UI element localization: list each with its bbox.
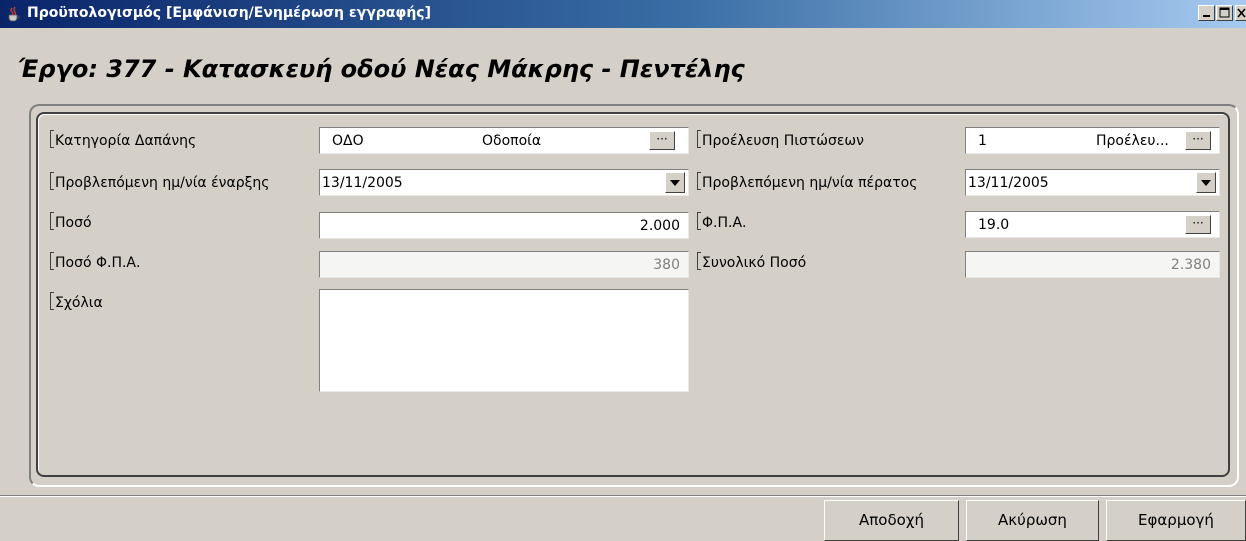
start-date-dropdown[interactable]: 13/11/2005 [319,169,689,196]
category-label: Κατηγορία Δαπάνης [50,130,196,149]
category-field[interactable]: ΟΔΟ Οδοποία ··· [319,127,689,154]
project-heading: Έργο: 377 - Κατασκευή οδού Νέας Μάκρης -… [18,55,745,83]
close-icon [1237,8,1246,18]
chevron-down-icon[interactable] [1196,172,1216,193]
maximize-button[interactable] [1216,5,1233,21]
source-browse-button[interactable]: ··· [1185,131,1211,150]
end-date-label: Προβλεπόμενη ημ/νία πέρατος [697,172,917,191]
category-name: Οδοποία [482,133,542,149]
total-value: 2.380 [1170,257,1211,273]
cancel-button[interactable]: Ακύρωση [966,500,1099,541]
minimize-button[interactable] [1198,5,1215,21]
apply-button[interactable]: Εφαρμογή [1106,500,1246,541]
accept-button[interactable]: Αποδοχή [824,500,959,541]
maximize-icon [1219,7,1230,18]
comments-textarea[interactable] [319,289,689,392]
end-date-dropdown[interactable]: 13/11/2005 [965,169,1220,196]
footer-separator [0,495,1246,497]
java-cup-icon [8,6,20,22]
vat-amount-label: Ποσό Φ.Π.Α. [50,252,140,271]
vat-browse-button[interactable]: ··· [1185,215,1211,234]
total-label: Συνολικό Ποσό [697,252,806,271]
close-button[interactable] [1235,5,1246,21]
vat-amount-field: 380 [319,251,689,278]
comments-label: Σχόλια [50,292,103,311]
start-date-value: 13/11/2005 [322,175,403,191]
source-name: Προέλευ... [1096,133,1169,149]
amount-input[interactable]: 2.000 [319,212,689,239]
window-title-bar[interactable]: Προϋπολογισμός [Εμφάνιση/Ενημέρωση εγγρα… [0,0,1246,28]
amount-label: Ποσό [50,212,92,231]
category-code: ΟΔΟ [332,133,364,149]
end-date-value: 13/11/2005 [968,175,1049,191]
source-label: Προέλευση Πιστώσεων [697,130,864,149]
source-code: 1 [978,133,987,149]
category-browse-button[interactable]: ··· [649,131,675,150]
amount-value: 2.000 [639,218,680,234]
vat-label: Φ.Π.Α. [697,212,746,231]
total-field: 2.380 [965,251,1220,278]
chevron-down-icon[interactable] [665,172,685,193]
start-date-label: Προβλεπόμενη ημ/νία έναρξης [50,172,270,191]
vat-value: 19.0 [978,217,1010,233]
vat-amount-value: 380 [653,257,680,273]
window-title: Προϋπολογισμός [Εμφάνιση/Ενημέρωση εγγρα… [27,5,431,21]
source-field[interactable]: 1 Προέλευ... ··· [965,127,1220,154]
vat-field[interactable]: 19.0 ··· [965,211,1220,238]
minimize-icon [1203,15,1210,17]
